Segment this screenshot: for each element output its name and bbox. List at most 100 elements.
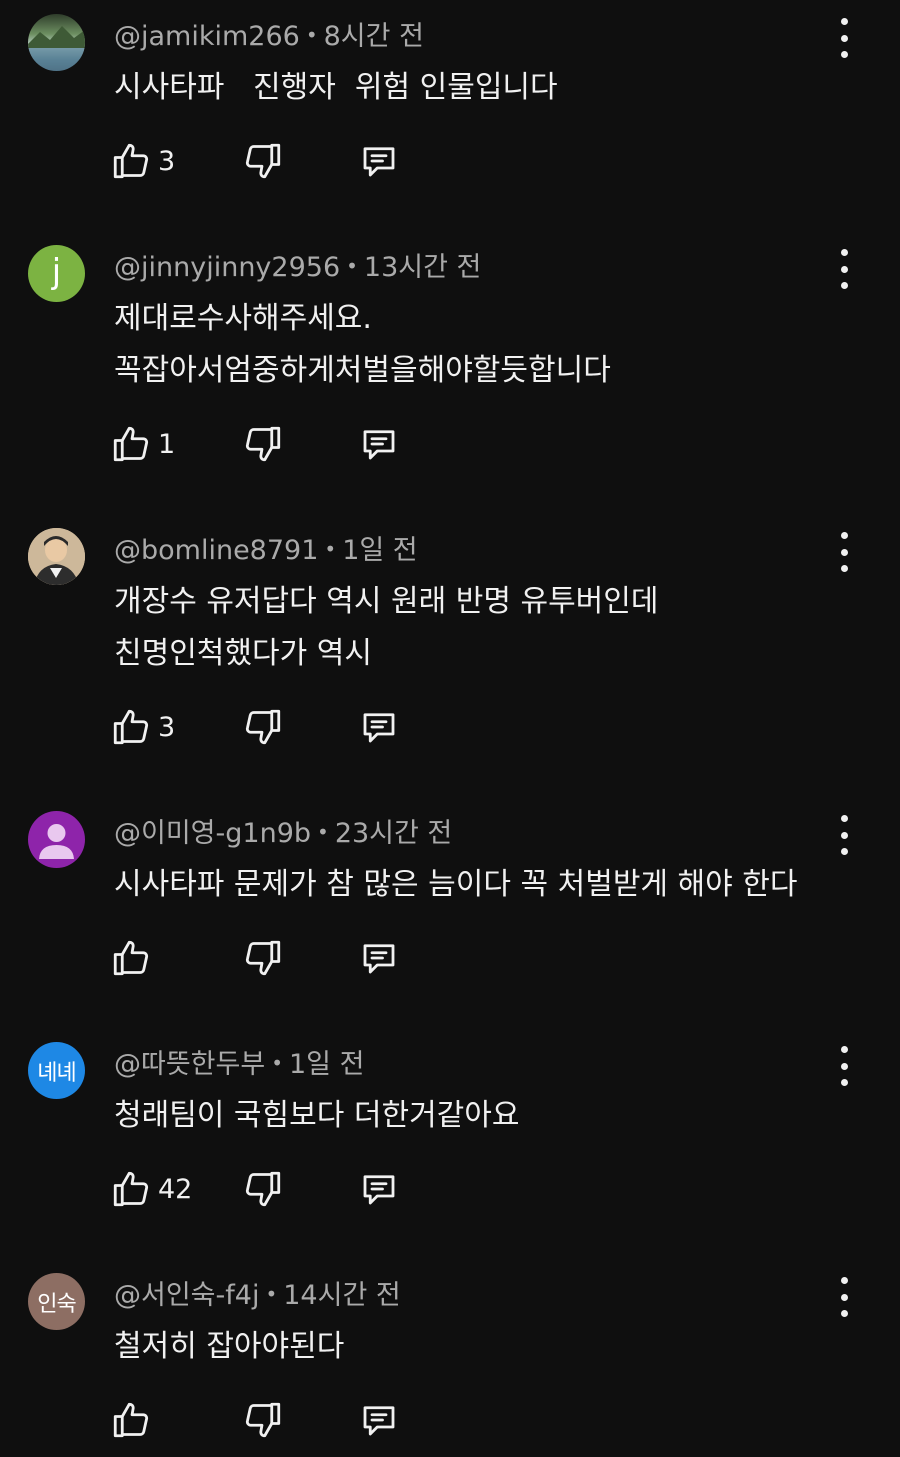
- more-vertical-icon: [840, 532, 848, 539]
- avatar[interactable]: 녜녜: [28, 1042, 85, 1099]
- thumbs-down-icon: [245, 1402, 281, 1438]
- like-button[interactable]: [110, 1397, 158, 1443]
- comment-line: 친명인척했다가 역시: [114, 636, 372, 671]
- more-vertical-icon: [840, 18, 848, 25]
- comment-meta: @bomline8791 • 1일 전: [114, 528, 418, 567]
- more-vertical-icon: [840, 249, 848, 256]
- avatar[interactable]: [28, 14, 85, 71]
- reply-button[interactable]: [358, 704, 400, 750]
- dislike-button[interactable]: [242, 704, 284, 750]
- author-handle[interactable]: @이미영-g1n9b: [114, 818, 311, 849]
- separator-dot: •: [305, 23, 318, 47]
- reply-button[interactable]: [358, 138, 400, 184]
- comment-text: 개장수 유저답다 역시 원래 반명 유투버인데친명인척했다가 역시: [114, 576, 658, 680]
- more-vertical-icon: [840, 815, 848, 822]
- thumbs-up-icon: [113, 426, 149, 462]
- author-handle[interactable]: @따뜻한두부: [114, 1049, 265, 1080]
- comment-time: 23시간 전: [334, 818, 453, 849]
- comment-text: 철저히 잡아야된다: [114, 1321, 344, 1373]
- comment-actions: 42: [110, 1166, 430, 1216]
- comment-meta: @서인숙-f4j • 14시간 전: [114, 1273, 401, 1312]
- separator-dot: •: [271, 1051, 283, 1075]
- thumbs-up-icon: [113, 940, 149, 976]
- dislike-button[interactable]: [242, 421, 284, 467]
- reply-comment-icon: [363, 1406, 395, 1436]
- reply-button[interactable]: [358, 421, 400, 467]
- comment-text: 시사타파 문제가 참 많은 늠이다 꼭 처벌받게 해야 한다: [114, 859, 798, 911]
- reply-button[interactable]: [358, 935, 400, 981]
- comment-time: 13시간 전: [363, 252, 482, 283]
- author-handle[interactable]: @jinnyjinny2956: [114, 252, 340, 283]
- dislike-button[interactable]: [242, 1166, 284, 1212]
- avatar[interactable]: [28, 528, 85, 585]
- like-button[interactable]: 3: [110, 704, 175, 750]
- comment-line: 청래팀이 국힘보다 더한거같아요: [114, 1098, 520, 1133]
- reply-comment-icon: [363, 713, 395, 743]
- comment-text: 시사타파 진행자 위험 인물입니다: [114, 62, 558, 114]
- thumbs-down-icon: [245, 1171, 281, 1207]
- comment-actions: 1: [110, 421, 430, 471]
- separator-dot: •: [346, 254, 358, 278]
- comment-meta: @이미영-g1n9b • 23시간 전: [114, 811, 452, 850]
- comment-text: 제대로수사해주세요. 꼭잡아서엄중하게처벌을해야할듯합니다: [114, 293, 611, 397]
- dislike-button[interactable]: [242, 1397, 284, 1443]
- comment-actions: [110, 935, 430, 985]
- thumbs-down-icon: [245, 940, 281, 976]
- reply-button[interactable]: [358, 1166, 400, 1212]
- avatar[interactable]: 인숙: [28, 1273, 85, 1330]
- author-handle[interactable]: @bomline8791: [114, 535, 318, 566]
- comment-time: 1일 전: [289, 1049, 365, 1080]
- author-handle[interactable]: @jamikim266: [114, 21, 300, 52]
- thumbs-up-icon: [113, 709, 149, 745]
- reply-button[interactable]: [358, 1397, 400, 1443]
- reply-comment-icon: [363, 147, 395, 177]
- comment-time: 1일 전: [342, 535, 418, 566]
- thumbs-up-icon: [113, 1171, 149, 1207]
- comment-meta: @jamikim266 • 8시간 전: [114, 14, 424, 53]
- comment-actions: 3: [110, 138, 430, 188]
- separator-dot: •: [265, 1282, 278, 1306]
- comment-line: 개장수 유저답다 역시 원래 반명 유투버인데: [114, 584, 659, 619]
- dislike-button[interactable]: [242, 935, 284, 981]
- comment-line: 꼭잡아서엄중하게처벌을해야할듯합니다: [114, 353, 611, 388]
- avatar[interactable]: j: [28, 245, 85, 302]
- comment-line: 시사타파 진행자 위험 인물입니다: [114, 70, 558, 105]
- avatar-text: 녜녜: [37, 1060, 76, 1086]
- like-count: 42: [158, 1173, 193, 1205]
- more-options-button[interactable]: [830, 1277, 858, 1317]
- comment-actions: 3: [110, 704, 430, 754]
- comment-text: 청래팀이 국힘보다 더한거같아요: [114, 1090, 519, 1142]
- comment-line: 철저히 잡아야된다: [114, 1329, 345, 1364]
- thumbs-down-icon: [245, 143, 281, 179]
- more-vertical-icon: [840, 1046, 848, 1053]
- comment-line: 제대로수사해주세요.: [114, 301, 372, 336]
- reply-comment-icon: [363, 944, 395, 974]
- like-count: 1: [158, 428, 176, 460]
- more-options-button[interactable]: [830, 18, 858, 58]
- more-vertical-icon: [840, 1277, 848, 1284]
- reply-comment-icon: [363, 1175, 395, 1205]
- like-button[interactable]: [110, 935, 158, 981]
- comment-time: 8시간 전: [323, 21, 424, 52]
- comment-meta: @따뜻한두부 • 1일 전: [114, 1042, 364, 1081]
- thumbs-down-icon: [245, 709, 281, 745]
- comment-meta: @jinnyjinny2956 • 13시간 전: [114, 245, 481, 284]
- more-options-button[interactable]: [830, 1046, 858, 1086]
- like-button[interactable]: 3: [110, 138, 175, 184]
- like-button[interactable]: 42: [110, 1166, 192, 1212]
- thumbs-up-icon: [113, 1402, 149, 1438]
- reply-comment-icon: [363, 430, 395, 460]
- avatar[interactable]: [28, 811, 85, 868]
- author-handle[interactable]: @서인숙-f4j: [114, 1280, 259, 1311]
- like-button[interactable]: 1: [110, 421, 175, 467]
- more-options-button[interactable]: [830, 249, 858, 289]
- like-count: 3: [158, 145, 176, 177]
- comment-time: 14시간 전: [283, 1280, 401, 1311]
- separator-dot: •: [317, 820, 329, 844]
- dislike-button[interactable]: [242, 138, 284, 184]
- more-options-button[interactable]: [830, 815, 858, 855]
- like-count: 3: [158, 711, 176, 743]
- avatar-text: 인숙: [37, 1291, 76, 1317]
- more-options-button[interactable]: [830, 532, 858, 572]
- thumbs-up-icon: [113, 143, 149, 179]
